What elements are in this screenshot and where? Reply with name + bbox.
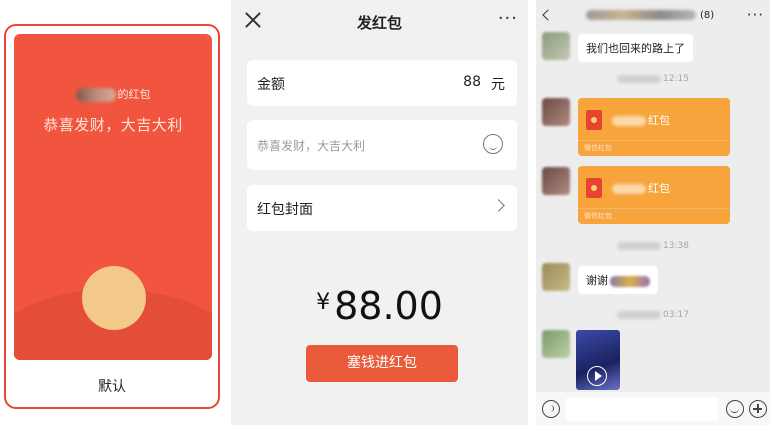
message-text: 谢谢	[586, 274, 608, 287]
cover-selector[interactable]: 红包封面	[247, 185, 517, 231]
greeting-field[interactable]: 恭喜发财，大吉大利	[247, 120, 517, 170]
red-packet-cover-preview[interactable]: 的红包 恭喜发财，大吉大利 默认	[4, 24, 220, 409]
default-cover-label: 默认	[98, 379, 126, 395]
send-money-button[interactable]: 塞钱进红包	[306, 345, 458, 382]
cover-greeting: 恭喜发财，大吉大利	[43, 116, 183, 134]
divider	[578, 140, 730, 141]
blurred-sender	[612, 116, 646, 126]
emoji-stickers	[610, 275, 650, 287]
avatar[interactable]	[542, 167, 570, 195]
red-packet-footer: 微信红包	[584, 144, 612, 152]
total-amount: ¥88.00	[231, 284, 528, 328]
chat-header: (8) ···	[536, 0, 770, 32]
red-packet-message[interactable]: 红包 微信红包	[578, 98, 730, 156]
red-packet-footer: 微信红包	[584, 212, 612, 220]
emoji-icon[interactable]	[726, 400, 744, 418]
avatar[interactable]	[542, 330, 570, 358]
chat-input-bar	[536, 392, 770, 425]
red-packet-icon	[586, 110, 602, 130]
blurred-date	[617, 74, 662, 83]
message-input[interactable]	[566, 397, 718, 421]
timestamp: 12:15	[536, 74, 770, 84]
red-packet-title: 红包	[612, 112, 670, 128]
timestamp: 03:17	[536, 310, 770, 320]
red-packet-title-suffix: 红包	[648, 182, 670, 195]
page-title: 发红包	[356, 14, 402, 32]
blurred-group-name	[586, 10, 696, 20]
back-icon[interactable]	[542, 9, 554, 21]
amount-label: 金额	[257, 77, 285, 93]
chat-more-icon[interactable]: ···	[747, 6, 764, 24]
sender-row: 的红包	[14, 86, 212, 102]
red-packet-message[interactable]: 红包 微信红包	[578, 166, 730, 224]
play-icon[interactable]	[587, 366, 607, 386]
currency-symbol: ¥	[316, 290, 331, 315]
packet-coin-icon	[82, 266, 146, 330]
timestamp: 13:38	[536, 241, 770, 251]
amount-field[interactable]: 金额 88 元	[247, 60, 517, 106]
red-packet-icon	[586, 178, 602, 198]
timestamp-time: 03:17	[663, 310, 689, 320]
avatar[interactable]	[542, 263, 570, 291]
more-options-icon[interactable]: ···	[498, 8, 518, 29]
message-bubble[interactable]: 我们也回来的路上了	[578, 34, 693, 62]
timestamp-time: 12:15	[663, 74, 689, 84]
send-red-packet-screen: 发红包 ··· 金额 88 元 恭喜发财，大吉大利 红包封面 ¥88.00 塞钱…	[231, 0, 528, 425]
sender-suffix: 的红包	[117, 88, 151, 101]
total-amount-value: 88.00	[334, 284, 443, 328]
amount-unit: 元	[491, 77, 505, 93]
screenshot-stage: 的红包 恭喜发财，大吉大利 默认 发红包 ··· 金额 88 元 恭喜发财，大吉…	[0, 0, 770, 425]
group-name: (8)	[586, 10, 714, 21]
timestamp-time: 13:38	[663, 241, 689, 251]
avatar[interactable]	[542, 32, 570, 60]
blurred-date	[617, 310, 662, 319]
chevron-right-icon	[492, 199, 505, 212]
blurred-date	[617, 241, 662, 250]
avatar[interactable]	[542, 98, 570, 126]
group-chat-screen: (8) ··· 我们也回来的路上了 12:15 红包 微信红包 红包 微信红包 …	[536, 0, 770, 425]
blurred-sender-name	[75, 88, 116, 102]
greeting-placeholder[interactable]: 恭喜发财，大吉大利	[257, 137, 365, 154]
message-bubble[interactable]: 谢谢	[578, 266, 658, 294]
divider	[578, 208, 730, 209]
emoji-icon[interactable]	[483, 134, 503, 154]
cover-label: 红包封面	[257, 202, 313, 218]
red-packet-title: 红包	[612, 180, 670, 196]
voice-icon[interactable]	[542, 400, 560, 418]
top-bar: 发红包 ···	[231, 0, 528, 44]
add-icon[interactable]	[749, 400, 767, 418]
member-count: (8)	[700, 10, 715, 21]
amount-value[interactable]: 88	[463, 74, 481, 90]
blurred-sender	[612, 184, 646, 194]
video-message[interactable]	[576, 330, 620, 390]
red-packet-title-suffix: 红包	[648, 114, 670, 127]
